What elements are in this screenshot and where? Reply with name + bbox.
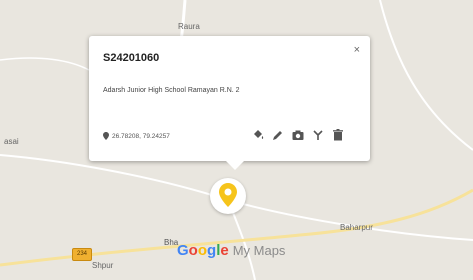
selected-marker[interactable] xyxy=(210,178,246,214)
coordinates-text: 26.78208, 79.24257 xyxy=(112,132,170,140)
info-card: S24201060 × Adarsh Junior High School Ra… xyxy=(89,36,370,170)
trash-icon xyxy=(333,129,343,141)
delete-button[interactable] xyxy=(331,128,345,142)
paint-bucket-icon xyxy=(254,130,264,139)
google-my-maps-logo: Google My Maps xyxy=(177,241,285,261)
map-pin-icon xyxy=(219,183,237,207)
place-label-shpur: Shpur xyxy=(92,261,114,270)
map-canvas[interactable]: Raura asai Baharpur Shpur Bha 234 Google… xyxy=(0,0,473,280)
add-photo-button[interactable] xyxy=(291,128,305,142)
directions-button[interactable] xyxy=(311,128,325,142)
place-label-asai: asai xyxy=(4,137,19,146)
style-button[interactable] xyxy=(251,128,265,142)
coordinates-row: 26.78208, 79.24257 xyxy=(103,132,170,140)
close-button[interactable]: × xyxy=(354,44,360,56)
camera-icon xyxy=(292,130,304,140)
info-card-description: Adarsh Junior High School Ramayan R.N. 2 xyxy=(103,87,240,94)
pencil-icon xyxy=(273,131,282,140)
edit-button[interactable] xyxy=(271,128,285,142)
google-wordmark: Google xyxy=(177,242,229,259)
directions-icon xyxy=(313,130,323,140)
place-label-raura: Raura xyxy=(178,22,200,31)
location-pin-icon xyxy=(103,132,109,140)
my-maps-wordmark: My Maps xyxy=(232,243,286,258)
place-label-baharpur: Baharpur xyxy=(340,223,373,232)
road-number-badge: 234 xyxy=(72,248,92,261)
info-card-actions xyxy=(251,128,345,142)
info-card-title: S24201060 xyxy=(103,52,160,64)
